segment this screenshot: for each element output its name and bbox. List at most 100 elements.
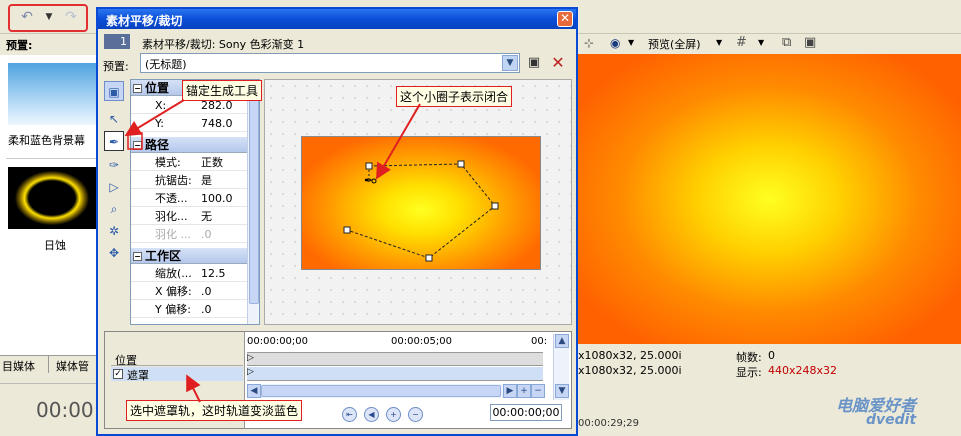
property-row[interactable]: 不透... 100.0 bbox=[131, 190, 247, 207]
thumbnail-label: 日蚀 bbox=[44, 239, 66, 252]
preview-toolbar: ⊹ ◉ ▼ 预览(全屏) ▼ # ▼ ⧉ ▣ bbox=[578, 34, 961, 54]
timeline-hscroll[interactable]: ◀ ▶ + − bbox=[247, 384, 545, 398]
property-row[interactable]: X 偏移: .0 bbox=[131, 283, 247, 300]
position-track-lane[interactable]: ▷ bbox=[247, 352, 543, 366]
timeline-vscroll[interactable]: ▲ ▼ bbox=[553, 334, 569, 400]
zoom-icon[interactable]: ⌕ bbox=[104, 199, 124, 219]
frames-label: 帧数: bbox=[736, 351, 762, 364]
undo-icon[interactable]: ↶ bbox=[18, 9, 36, 25]
undo-dropdown-icon[interactable]: ▼ bbox=[40, 9, 58, 25]
prev-keyframe-icon[interactable]: ◀ bbox=[364, 407, 379, 422]
track-title: 素材平移/裁切: Sony 色彩渐变 1 bbox=[142, 38, 305, 51]
display-value: 440x248x32 bbox=[768, 364, 838, 377]
property-row: 羽化 ... .0 bbox=[131, 226, 247, 243]
split-screen-icon[interactable]: ⊹ bbox=[584, 36, 594, 50]
delete-keyframe-icon[interactable]: − bbox=[408, 407, 423, 422]
timeline-ruler[interactable]: 00:00:00;00 00:00:05;00 00: bbox=[247, 336, 547, 350]
zoom-out-icon[interactable]: − bbox=[531, 384, 545, 398]
preset-label: 预置: bbox=[103, 60, 129, 73]
ruler-tick-label: 00:00:00;00 bbox=[247, 336, 309, 347]
delete-preset-button[interactable]: ✕ bbox=[550, 53, 566, 72]
preset-label: 预置: bbox=[6, 39, 33, 52]
ruler-tick-label: 00: bbox=[531, 336, 548, 347]
property-row[interactable]: 羽化... 无 bbox=[131, 208, 247, 225]
normal-edit-tool-icon[interactable]: ↖ bbox=[104, 109, 124, 129]
main-timecode: 00:00: bbox=[36, 398, 101, 422]
split-tangent-icon[interactable]: ▷ bbox=[104, 177, 124, 197]
section-path[interactable]: − 路径 bbox=[131, 137, 247, 153]
chevron-down-icon[interactable]: ▼ bbox=[758, 38, 764, 47]
mask-checkbox[interactable]: ✓ bbox=[113, 369, 123, 379]
snap-icon[interactable]: ✲ bbox=[104, 221, 124, 241]
callout-anchor-tool: 锚定生成工具 bbox=[182, 80, 263, 101]
scroll-up-icon[interactable]: ▲ bbox=[555, 334, 569, 348]
copy-snapshot-icon[interactable]: ⧉ bbox=[782, 35, 791, 50]
chevron-down-icon[interactable]: ▼ bbox=[716, 38, 722, 47]
project-format: x1080x32, 25.000i bbox=[578, 349, 682, 362]
move-icon[interactable]: ✥ bbox=[104, 243, 124, 263]
track-mask[interactable]: ✓ 遮罩 bbox=[111, 367, 243, 382]
timeline-timecode[interactable]: 00:00:00;00 bbox=[490, 404, 562, 421]
preview-quality-dropdown[interactable]: 预览(全屏) bbox=[648, 36, 701, 52]
tab-media-manager[interactable]: 媒体管 bbox=[56, 358, 89, 374]
frames-value: 0 bbox=[768, 349, 775, 362]
dialog-title: 素材平移/裁切 bbox=[106, 14, 183, 28]
watermark-url: dvedit bbox=[866, 412, 917, 428]
property-row[interactable]: 模式: 正数 bbox=[131, 154, 247, 171]
preview-info: x1080x32, 25.000i x1080x32, 25.000i 帧数: … bbox=[578, 344, 961, 384]
save-snapshot-icon[interactable]: ▣ bbox=[804, 35, 816, 50]
overlay-icon[interactable]: ◉ bbox=[610, 36, 620, 50]
anchor-creation-tool-icon[interactable]: ✒ bbox=[104, 131, 124, 151]
divider bbox=[6, 158, 98, 159]
chevron-down-icon[interactable]: ▼ bbox=[502, 55, 518, 71]
close-button[interactable]: ✕ bbox=[557, 11, 573, 27]
media-generator-panel: 柔和蓝色背景幕 日蚀 bbox=[0, 55, 100, 355]
track-number: 1 bbox=[104, 34, 130, 49]
pan-crop-dialog: 素材平移/裁切 ✕ 1 素材平移/裁切: Sony 色彩渐变 1 预置: (无标… bbox=[96, 7, 578, 436]
keyframe-icon[interactable]: ▷ bbox=[247, 367, 254, 377]
properties-scrollbar[interactable] bbox=[247, 80, 259, 324]
timeline-ruler-time: 00:00:29;29 bbox=[578, 418, 640, 429]
save-preset-button[interactable]: ▣ bbox=[526, 55, 542, 71]
property-row[interactable]: Y: 748.0 bbox=[131, 115, 247, 132]
divider bbox=[48, 356, 49, 373]
chevron-down-icon[interactable]: ▼ bbox=[628, 38, 634, 47]
tool-palette: ▣ ↖ ✒ ✑ ▷ ⌕ ✲ ✥ bbox=[102, 79, 128, 325]
tab-project-media[interactable]: 目媒体 bbox=[2, 358, 35, 374]
show-properties-icon[interactable]: ▣ bbox=[104, 81, 124, 101]
first-keyframe-icon[interactable]: ⇤ bbox=[342, 407, 357, 422]
track-position[interactable]: 位置 bbox=[111, 352, 243, 367]
thumbnail-eclipse[interactable] bbox=[8, 167, 96, 229]
scrollbar-thumb[interactable] bbox=[249, 94, 259, 304]
preset-dropdown[interactable]: (无标题) ▼ bbox=[140, 53, 520, 73]
redo-icon[interactable]: ↷ bbox=[62, 9, 80, 25]
grid-icon[interactable]: # bbox=[736, 35, 747, 50]
ruler-tick-label: 00:00:05;00 bbox=[391, 336, 453, 347]
property-row[interactable]: 缩放(... 12.5 bbox=[131, 265, 247, 282]
title-bar[interactable]: 素材平移/裁切 ✕ bbox=[98, 9, 576, 29]
track-label: 位置 bbox=[115, 354, 137, 367]
callout-mask-track: 选中遮罩轨，这时轨道变淡蓝色 bbox=[126, 400, 303, 421]
scroll-down-icon[interactable]: ▼ bbox=[555, 384, 569, 398]
add-anchor-icon[interactable]: ✑ bbox=[104, 155, 124, 175]
add-keyframe-icon[interactable]: + bbox=[386, 407, 401, 422]
mask-canvas[interactable]: ✒ bbox=[264, 79, 572, 325]
preview-format: x1080x32, 25.000i bbox=[578, 364, 682, 377]
display-label: 显示: bbox=[736, 366, 762, 379]
thumbnail-label: 柔和蓝色背景幕 bbox=[8, 134, 85, 147]
zoom-in-icon[interactable]: + bbox=[517, 384, 531, 398]
property-row[interactable]: Y 偏移: .0 bbox=[131, 301, 247, 318]
callout-closed-loop: 这个小圈子表示闭合 bbox=[396, 86, 513, 107]
section-workspace[interactable]: − 工作区 bbox=[131, 248, 247, 264]
keyframe-icon[interactable]: ▷ bbox=[247, 353, 254, 363]
video-preview bbox=[578, 54, 961, 344]
property-row[interactable]: 抗锯齿: 是 bbox=[131, 172, 247, 189]
scrollbar-thumb[interactable] bbox=[261, 385, 501, 397]
mask-path[interactable]: ✒ bbox=[265, 80, 573, 326]
mask-track-lane[interactable]: ▷ bbox=[247, 367, 543, 381]
track-label: 遮罩 bbox=[127, 369, 149, 382]
scroll-left-icon[interactable]: ◀ bbox=[247, 384, 261, 398]
media-tabs: 目媒体 媒体管 bbox=[0, 355, 100, 373]
scroll-right-icon[interactable]: ▶ bbox=[503, 384, 517, 398]
thumbnail-soft-blue[interactable] bbox=[8, 63, 96, 125]
